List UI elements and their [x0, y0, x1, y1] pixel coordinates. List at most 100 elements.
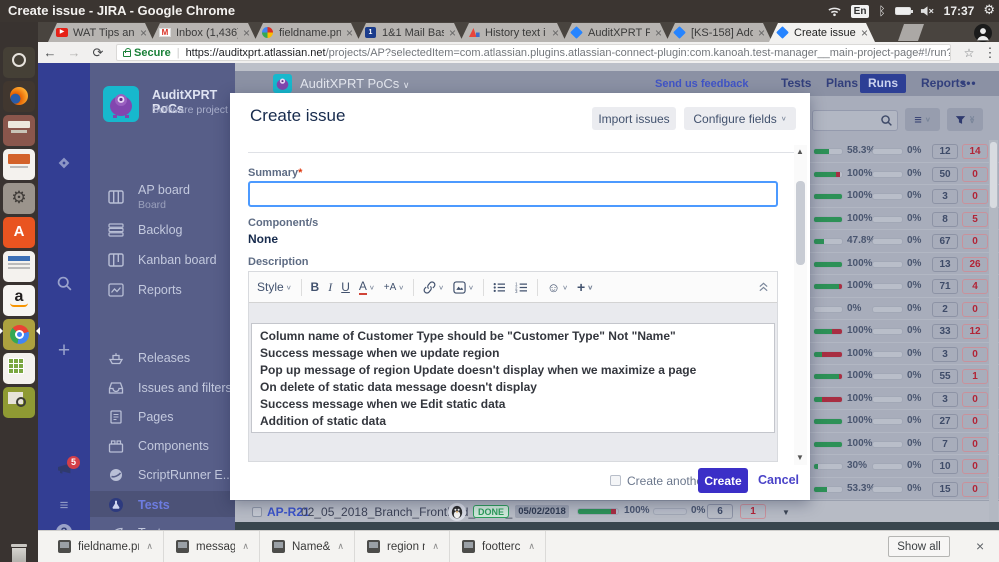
browser-tab-6[interactable]: AuditXPRT Po× [563, 23, 669, 42]
sidebar-item-issues-and-filters[interactable]: Issues and filters [90, 381, 235, 395]
create-another-checkbox[interactable] [610, 475, 621, 486]
components-value[interactable]: None [248, 232, 278, 246]
download-menu-chevron-icon[interactable]: ∧ [432, 541, 439, 552]
insert-more-dropdown[interactable]: + ∨ [577, 279, 593, 295]
create-another-label[interactable]: Create another [627, 474, 707, 488]
forward-button[interactable]: → [62, 45, 86, 60]
sidebar-item-ap-board[interactable]: AP board Board [90, 183, 235, 211]
back-button[interactable]: ← [38, 45, 62, 60]
download-item-3[interactable]: Name&Actions.png∧ [260, 531, 355, 562]
clock[interactable]: 17:37 [944, 0, 975, 22]
system-settings-dock-icon[interactable]: ⚙ [3, 183, 35, 214]
page-scrollbar[interactable] [989, 140, 998, 522]
numbered-list-button[interactable]: 123 [515, 282, 528, 293]
download-menu-chevron-icon[interactable]: ∧ [528, 541, 535, 552]
bold-button[interactable]: B [311, 280, 320, 294]
download-item-4[interactable]: region names).png∧ [355, 531, 450, 562]
view-options-button[interactable]: ≡ ∨ [905, 108, 940, 131]
sidebar-item-kanban-board[interactable]: Kanban board [90, 253, 235, 267]
summary-input[interactable] [248, 181, 778, 291]
browser-tab-7[interactable]: [KS-158] Addi × [666, 23, 772, 42]
show-all-downloads-button[interactable]: Show all [888, 536, 950, 557]
emoji-dropdown[interactable]: ☺ ∨ [547, 280, 568, 295]
libreoffice-calc-dock-icon[interactable] [3, 353, 35, 384]
libreoffice-impress-dock-icon[interactable] [3, 149, 35, 180]
announcements-icon[interactable]: 5 [38, 456, 90, 476]
bluetooth-icon[interactable]: ᛒ [878, 0, 885, 22]
header-more-button[interactable]: ••• [953, 74, 985, 93]
menu-icon[interactable]: ≡ [38, 497, 90, 514]
import-issues-button[interactable]: Import issues [592, 107, 676, 130]
insert-media-dropdown[interactable]: ∨ [453, 280, 474, 294]
reload-button[interactable]: ⟳ [86, 45, 110, 61]
text-color-dropdown[interactable]: A ∨ [358, 279, 375, 295]
dialog-scrollbar-thumb[interactable] [796, 181, 805, 265]
amazon-dock-icon[interactable]: a [3, 285, 35, 316]
page-scrollbar-thumb[interactable] [990, 142, 997, 208]
link-dropdown[interactable]: ∨ [423, 280, 444, 294]
browser-tab-1[interactable]: ▶ WAT Tips and × [48, 23, 154, 42]
bullet-list-button[interactable] [493, 282, 506, 293]
create-plus-icon[interactable]: + [38, 339, 90, 363]
dialog-scrollbar[interactable]: ▲ ▼ [794, 145, 807, 465]
italic-button[interactable]: I [328, 280, 332, 295]
style-dropdown[interactable]: Style ∨ [257, 280, 292, 294]
configure-fields-button[interactable]: Configure fields ∨ [684, 107, 796, 130]
tab-close-icon[interactable]: × [655, 27, 662, 39]
run-row-current[interactable]: AP-R21 02_05_2018_Branch_FrontEnd_FCAT_ … [235, 500, 999, 522]
sidebar-item-tests[interactable]: Tests [90, 497, 235, 513]
tab-close-icon[interactable]: × [243, 27, 250, 39]
cancel-button[interactable]: Cancel [758, 473, 799, 487]
filter-button[interactable]: ∨ ∨ [947, 108, 983, 131]
browser-tab-5[interactable]: History text i × [460, 23, 566, 42]
browser-profile-avatar[interactable] [974, 24, 992, 42]
underline-button[interactable]: U [341, 280, 350, 294]
runs-nav-tab-plans[interactable]: Plans [818, 74, 866, 93]
runs-nav-tab-tests[interactable]: Tests [773, 74, 819, 93]
sidebar-item-backlog[interactable]: Backlog [90, 223, 235, 237]
trash-dock-icon[interactable] [3, 540, 35, 562]
scroll-down-arrow[interactable]: ▼ [782, 508, 790, 517]
runs-nav-tab-runs[interactable]: Runs [860, 74, 906, 93]
download-item-5[interactable]: footterclick.png∧ [450, 531, 546, 562]
address-bar[interactable]: Secure | https://auditxprt.atlassian.net… [116, 44, 951, 61]
send-feedback-link[interactable]: Send us feedback [655, 78, 749, 90]
tab-close-icon[interactable]: × [449, 27, 456, 39]
browser-tab-8[interactable]: Create issue - × [769, 23, 875, 42]
assignee-avatar[interactable] [448, 503, 466, 521]
description-textarea[interactable]: Column name of Customer Type should be "… [251, 323, 775, 433]
screenshot-tool-dock-icon[interactable] [3, 387, 35, 418]
sidebar-item-components[interactable]: Components [90, 439, 235, 453]
ubuntu-launcher-dock-icon[interactable] [3, 47, 35, 78]
download-menu-chevron-icon[interactable]: ∧ [337, 541, 344, 552]
download-item-1[interactable]: fieldname.png∧ [46, 531, 164, 562]
tab-close-icon[interactable]: × [861, 27, 868, 39]
browser-tab-3[interactable]: fieldname.pn × [254, 23, 360, 42]
session-menu-icon[interactable]: ⚙ [983, 0, 995, 22]
download-menu-chevron-icon[interactable]: ∧ [242, 541, 249, 552]
firefox-dock-icon[interactable] [3, 81, 35, 112]
tab-close-icon[interactable]: × [552, 27, 559, 39]
wifi-icon[interactable] [827, 5, 842, 17]
file-archiver-dock-icon[interactable] [3, 115, 35, 146]
sidebar-item-pages[interactable]: Pages [90, 410, 235, 424]
tab-close-icon[interactable]: × [758, 27, 765, 39]
ubuntu-software-dock-icon[interactable]: A [3, 217, 35, 248]
search-icon[interactable] [38, 275, 90, 292]
header-project-name[interactable]: AuditXPRT PoCs ∨ [300, 76, 409, 91]
volume-muted-icon[interactable] [920, 5, 935, 17]
sidebar-item-releases[interactable]: Releases [90, 351, 235, 365]
keyboard-layout-indicator[interactable]: En [850, 4, 870, 18]
browser-tab-2[interactable]: M Inbox (1,436) × [151, 23, 257, 42]
libreoffice-writer-dock-icon[interactable] [3, 251, 35, 282]
download-item-2[interactable]: messagenot....png∧ [164, 531, 260, 562]
create-button[interactable]: Create [698, 468, 748, 493]
sidebar-item-reports[interactable]: Reports [90, 283, 235, 297]
battery-icon[interactable] [894, 7, 913, 15]
new-tab-button[interactable] [898, 24, 924, 41]
bookmark-star-icon[interactable]: ☆ [957, 46, 981, 60]
project-avatar[interactable] [103, 86, 139, 122]
download-menu-chevron-icon[interactable]: ∧ [146, 541, 153, 552]
font-size-dropdown[interactable]: +A ∨ [384, 282, 404, 293]
secure-indicator[interactable]: Secure [123, 47, 171, 59]
